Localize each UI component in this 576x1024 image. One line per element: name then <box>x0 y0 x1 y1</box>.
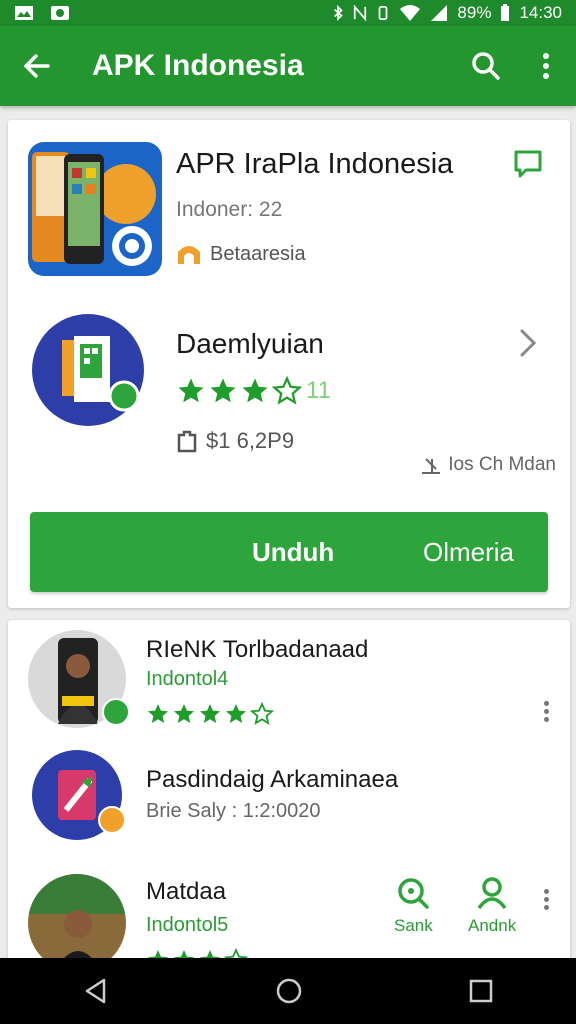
wifi-icon <box>400 5 421 21</box>
app-badge-label: Betaaresia <box>210 242 306 265</box>
list-item[interactable]: Pasdindaig Arkaminaea Brie Saly : 1:2:00… <box>8 742 570 852</box>
item-rating <box>146 702 274 726</box>
developer-name[interactable]: Daemlyuian <box>176 328 324 360</box>
update-badge-icon <box>98 806 126 834</box>
language-icon <box>422 458 441 474</box>
size-label: $1 6,2P9 <box>206 428 295 453</box>
star-empty-icon <box>250 702 274 725</box>
person-icon <box>477 877 507 910</box>
status-bar: 89% 14:30 <box>0 0 576 26</box>
developer-logo[interactable] <box>32 314 144 426</box>
meta-info: Ios Ch Mdan <box>420 454 556 476</box>
rating-count: 11 <box>306 377 331 404</box>
home-badge-icon <box>178 246 200 264</box>
search-button[interactable] <box>456 26 516 106</box>
star-filled-icon <box>200 704 220 723</box>
list-item[interactable]: Matdaa Indontol5 Sank Andnk <box>8 856 570 972</box>
signal-icon <box>431 5 448 21</box>
gallery-notification-icon <box>15 6 33 20</box>
app-subtitle: Indoner: 22 <box>176 198 283 221</box>
nav-recents-icon[interactable] <box>468 978 494 1004</box>
star-filled-icon <box>178 378 204 403</box>
related-apps-card: RIeNK Torlbadanaad Indontol4 Pasdindaig … <box>8 620 570 972</box>
search-action[interactable]: Sank <box>394 876 433 936</box>
item-subtitle: Indontol4 <box>146 668 229 690</box>
star-empty-icon <box>272 376 302 405</box>
star-filled-icon <box>242 378 268 403</box>
arrow-back-icon <box>24 54 50 78</box>
star-filled-icon <box>174 704 194 723</box>
app-badge: Betaaresia <box>176 242 306 266</box>
clock: 14:30 <box>519 3 562 22</box>
vibrate-icon <box>379 6 388 20</box>
chat-bubble-icon <box>514 150 542 178</box>
message-notification-icon <box>51 6 69 20</box>
profile-action[interactable]: Andnk <box>468 876 516 936</box>
app-bar: APK Indonesia <box>0 26 576 106</box>
download-size: $1 6,2P9 <box>176 428 294 454</box>
item-subtitle: Brie Saly : 1:2:0020 <box>146 800 321 822</box>
bluetooth-icon <box>334 4 344 22</box>
rating-stars: 11 <box>176 376 331 406</box>
profile-action-label: Andnk <box>468 916 517 935</box>
developer-chevron[interactable] <box>518 328 548 362</box>
verified-badge-icon <box>102 698 130 726</box>
more-vert-icon <box>543 53 549 79</box>
overflow-menu-button[interactable] <box>516 26 576 106</box>
back-button[interactable] <box>0 26 72 106</box>
storage-icon <box>177 430 197 453</box>
star-filled-icon <box>210 378 236 403</box>
nav-home-icon[interactable] <box>275 977 303 1005</box>
list-item[interactable]: RIeNK Torlbadanaad Indontol4 <box>8 620 570 738</box>
star-filled-icon <box>148 704 168 723</box>
search-icon <box>398 878 430 909</box>
app-icon[interactable] <box>28 142 162 276</box>
battery-icon <box>501 4 510 21</box>
item-title: Pasdindaig Arkaminaea <box>146 766 399 793</box>
chevron-right-icon <box>520 329 537 357</box>
app-title: APR IraPla Indonesia <box>176 148 454 180</box>
install-button[interactable]: Unduh Olmeria <box>30 512 548 592</box>
system-nav-bar <box>0 958 576 1024</box>
item-menu-button[interactable] <box>542 698 550 724</box>
item-title: Matdaa <box>146 878 227 905</box>
nav-back-icon[interactable] <box>82 977 110 1005</box>
app-detail-card: APR IraPla Indonesia Indoner: 22 Betaare… <box>8 120 570 608</box>
star-filled-icon <box>226 704 246 723</box>
item-title: RIeNK Torlbadanaad <box>146 636 369 663</box>
wishlist-button[interactable] <box>512 148 552 188</box>
open-label[interactable]: Olmeria <box>423 537 514 568</box>
item-menu-button[interactable] <box>542 886 550 912</box>
search-action-label: Sank <box>394 916 433 935</box>
search-icon <box>472 52 500 80</box>
item-subtitle: Indontol5 <box>146 914 229 936</box>
battery-percent: 89% <box>457 3 492 22</box>
meta-label: Ios Ch Mdan <box>448 454 556 475</box>
install-label: Unduh <box>252 536 335 567</box>
nfc-icon <box>354 4 367 22</box>
app-bar-title: APK Indonesia <box>92 49 304 82</box>
